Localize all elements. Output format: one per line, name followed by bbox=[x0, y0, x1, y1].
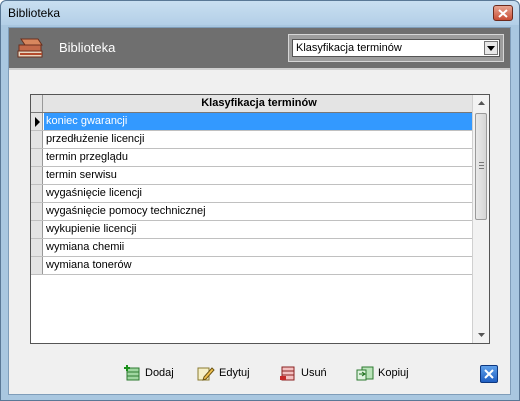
edit-button[interactable]: Edytuj bbox=[197, 364, 250, 382]
scroll-down-button[interactable] bbox=[473, 327, 489, 343]
books-icon bbox=[17, 38, 43, 58]
window-close-button[interactable] bbox=[493, 5, 513, 21]
grid-rows: koniec gwarancji przedłużenie licencji ter… bbox=[31, 113, 474, 347]
empty-row-space bbox=[31, 293, 474, 311]
table-row[interactable]: wykupienie licencji bbox=[31, 221, 474, 239]
terms-grid: Klasyfikacja terminów koniec gwarancji pr… bbox=[30, 94, 490, 344]
delete-record-icon bbox=[280, 366, 295, 381]
delete-button[interactable]: Usuń bbox=[279, 364, 327, 382]
table-row[interactable]: wygaśnięcie licencji bbox=[31, 185, 474, 203]
add-button[interactable]: Dodaj bbox=[123, 364, 174, 382]
scrollbar-thumb[interactable] bbox=[475, 113, 487, 220]
app-window: Biblioteka Biblioteka Klasyfikacja termi… bbox=[0, 0, 520, 401]
table-cell[interactable]: koniec gwarancji bbox=[44, 113, 474, 130]
table-row[interactable]: termin serwisu bbox=[31, 167, 474, 185]
table-cell[interactable]: termin serwisu bbox=[44, 167, 474, 184]
delete-button-label: Usuń bbox=[301, 367, 327, 379]
empty-row-space bbox=[31, 311, 474, 329]
table-cell[interactable]: przedłużenie licencji bbox=[44, 131, 474, 148]
table-row[interactable]: przedłużenie licencji bbox=[31, 131, 474, 149]
table-cell[interactable]: wymiana tonerów bbox=[44, 257, 474, 274]
close-icon bbox=[498, 8, 508, 18]
row-indicator[interactable] bbox=[31, 257, 43, 274]
table-cell[interactable]: termin przeglądu bbox=[44, 149, 474, 166]
table-cell[interactable]: wygaśnięcie pomocy technicznej bbox=[44, 203, 474, 220]
copy-button[interactable]: Kopiuj bbox=[356, 364, 409, 382]
title-bar[interactable]: Biblioteka bbox=[1, 1, 519, 25]
edit-pencil-icon bbox=[197, 367, 215, 381]
row-indicator[interactable] bbox=[31, 113, 43, 130]
client-area: Biblioteka Klasyfikacja terminów Klasyfi… bbox=[8, 27, 511, 395]
table-row[interactable]: termin przeglądu bbox=[31, 149, 474, 167]
column-header-classification[interactable]: Klasyfikacja terminów bbox=[44, 95, 474, 112]
dictionary-select-frame: Klasyfikacja terminów bbox=[288, 34, 504, 62]
table-row[interactable]: wygaśnięcie pomocy technicznej bbox=[31, 203, 474, 221]
dictionary-select-value: Klasyfikacja terminów bbox=[296, 42, 402, 54]
scroll-up-button[interactable] bbox=[473, 95, 489, 111]
dictionary-select[interactable]: Klasyfikacja terminów bbox=[292, 39, 500, 57]
grid-header: Klasyfikacja terminów bbox=[31, 95, 474, 113]
row-indicator-header bbox=[31, 95, 43, 112]
header-title: Biblioteka bbox=[59, 40, 116, 55]
vertical-scrollbar[interactable] bbox=[472, 95, 489, 343]
chevron-down-icon bbox=[487, 45, 495, 51]
scroll-down-icon bbox=[477, 333, 485, 337]
table-row[interactable]: wymiana tonerów bbox=[31, 257, 474, 275]
scroll-grip-icon bbox=[479, 162, 484, 171]
table-cell[interactable]: wykupienie licencji bbox=[44, 221, 474, 238]
header-panel: Biblioteka Klasyfikacja terminów bbox=[9, 28, 510, 70]
table-cell[interactable]: wygaśnięcie licencji bbox=[44, 185, 474, 202]
action-toolbar: Dodaj Edytuj Usuń Kopiuj bbox=[9, 358, 510, 386]
add-button-label: Dodaj bbox=[145, 367, 174, 379]
table-row[interactable]: koniec gwarancji bbox=[31, 113, 474, 131]
edit-button-label: Edytuj bbox=[219, 367, 250, 379]
copy-button-label: Kopiuj bbox=[378, 367, 409, 379]
row-indicator[interactable] bbox=[31, 167, 43, 184]
empty-row-space bbox=[31, 275, 474, 293]
table-row[interactable]: wymiana chemii bbox=[31, 239, 474, 257]
row-indicator[interactable] bbox=[31, 221, 43, 238]
row-indicator[interactable] bbox=[31, 203, 43, 220]
row-indicator[interactable] bbox=[31, 239, 43, 256]
exit-x-icon bbox=[484, 369, 494, 379]
window-title: Biblioteka bbox=[8, 6, 61, 20]
row-indicator[interactable] bbox=[31, 185, 43, 202]
row-indicator[interactable] bbox=[31, 131, 43, 148]
empty-row-space bbox=[31, 329, 474, 347]
add-record-icon bbox=[124, 365, 140, 381]
row-indicator[interactable] bbox=[31, 149, 43, 166]
copy-record-icon bbox=[356, 366, 374, 381]
table-cell[interactable]: wymiana chemii bbox=[44, 239, 474, 256]
scroll-up-icon bbox=[477, 101, 485, 105]
exit-button[interactable] bbox=[480, 365, 498, 383]
current-row-arrow-icon bbox=[35, 117, 40, 127]
dropdown-arrow-button[interactable] bbox=[484, 41, 498, 55]
